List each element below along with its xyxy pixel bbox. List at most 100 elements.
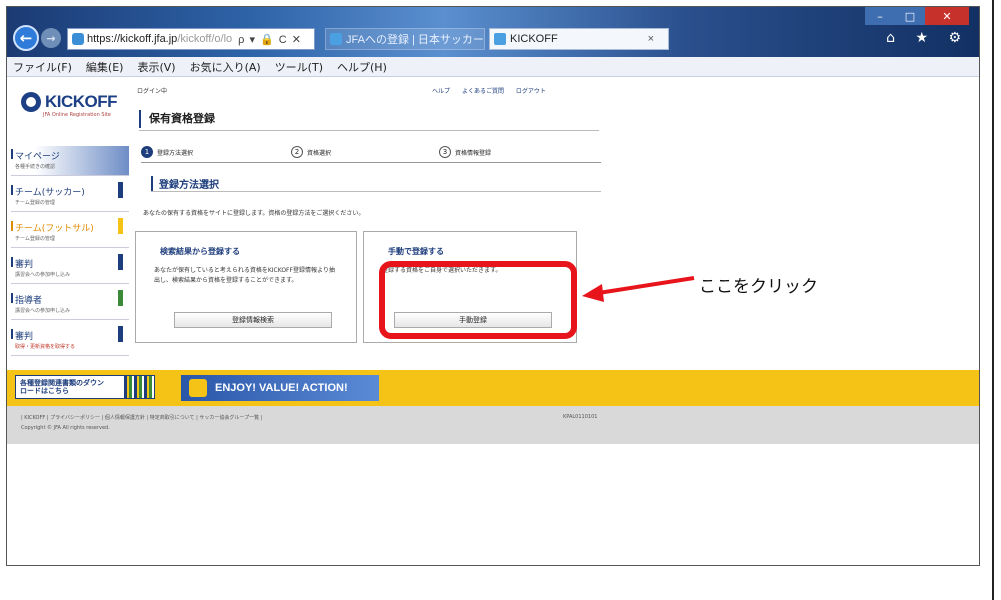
- bullet-bar: [11, 329, 13, 339]
- top-links: ヘルプ よくあるご質問 ログアウト: [432, 86, 546, 95]
- step-label: 登録方法選択: [157, 149, 194, 157]
- page-title: 保有資格登録: [139, 110, 215, 128]
- kickoff-logo[interactable]: KICKOFF JFA Online Registration Site: [21, 92, 118, 118]
- browser-window: ← → https:// kickoff.jfa.jp /kickoff/o/l…: [6, 6, 980, 566]
- panel-body: あなたが保有していると考えられる資格をKICKOFF登録情報より抽出し、検索結果…: [154, 267, 335, 284]
- tab-close-icon[interactable]: ×: [648, 33, 654, 45]
- download-banner[interactable]: 各種登録関連書類のダウンロードはこちら: [15, 375, 155, 399]
- arrow-shaft: [591, 276, 695, 296]
- download-banner-text: 各種登録関連書類のダウンロードはこちら: [20, 379, 104, 395]
- mascot-icon: [189, 379, 207, 397]
- address-controls[interactable]: ρ ▾ 🔒 C ✕: [238, 33, 302, 46]
- sidebar-item-sub: 講習会への参加申し込み: [15, 272, 71, 278]
- menu-help[interactable]: ヘルプ(H): [337, 59, 387, 75]
- step-2: 2 資格選択: [291, 146, 331, 158]
- page-border-line: [992, 0, 994, 600]
- menu-bar: ファイル(F) 編集(E) 表示(V) お気に入り(A) ツール(T) ヘルプ(…: [7, 57, 979, 77]
- site-icon: [72, 33, 84, 45]
- window-controls: – □ ✕: [865, 7, 969, 25]
- sidebar-item-sub: 取得・更新資格を取得する: [15, 344, 76, 350]
- menu-view[interactable]: 表示(V): [137, 59, 175, 75]
- callout-text: ここをクリック: [699, 277, 818, 297]
- close-window-button[interactable]: ✕: [925, 7, 969, 25]
- browser-title-bar: ← → https:// kickoff.jfa.jp /kickoff/o/l…: [7, 7, 979, 57]
- tab-favicon: [494, 33, 506, 45]
- tab-favicon: [330, 33, 342, 45]
- web-page: KICKOFF JFA Online Registration Site マイペ…: [7, 78, 979, 565]
- tab-jfa[interactable]: JFAへの登録 | 日本サッカー...: [325, 28, 485, 50]
- description-text: あなたの保有する資格をサイトに登録します。資格の登録方法をご選択ください。: [143, 210, 365, 217]
- divider: [151, 191, 601, 192]
- faq-link[interactable]: よくあるご質問: [462, 88, 504, 95]
- menu-favorites[interactable]: お気に入り(A): [190, 59, 261, 75]
- step-number: 3: [439, 146, 451, 158]
- bullet-bar: [11, 149, 13, 159]
- enjoy-banner-text: ENJOY! VALUE! ACTION!: [215, 382, 348, 394]
- bookmark-icon: [118, 182, 123, 198]
- address-bar[interactable]: https:// kickoff.jfa.jp /kickoff/o/lo ρ …: [67, 28, 315, 50]
- copyright: Copyright © JFA All rights reserved.: [21, 425, 110, 431]
- sidebar-item-label: 指導者: [15, 296, 43, 306]
- tab-kickoff[interactable]: KICKOFF ×: [489, 28, 669, 50]
- sidebar-item-coach[interactable]: 指導者 講習会への参加申し込み: [11, 290, 129, 320]
- url-scheme: https://: [87, 33, 121, 45]
- sidebar-item-label: チーム(フットサル): [15, 224, 94, 234]
- url-domain: kickoff.jfa.jp: [120, 33, 178, 45]
- minimize-button[interactable]: –: [865, 7, 895, 25]
- step-indicator: 1 登録方法選択 2 資格選択 3 資格情報登録: [141, 146, 601, 160]
- url-path: /kickoff/o/lo: [177, 33, 233, 45]
- menu-file[interactable]: ファイル(F): [13, 59, 72, 75]
- logo-text: KICKOFF: [45, 92, 118, 111]
- footer-links[interactable]: | KICKOFF | プライバシーポリシー | 個人情報保護方針 | 特定商取…: [21, 414, 262, 421]
- login-status: ログイン中: [137, 88, 168, 95]
- manual-registration-button[interactable]: 手動登録: [394, 312, 552, 328]
- books-icon: [124, 376, 154, 398]
- sidebar-item-sub: チーム登録の管理: [15, 236, 55, 242]
- sidebar-item-sub: 講習会への参加申し込み: [15, 308, 71, 314]
- logout-link[interactable]: ログアウト: [516, 88, 546, 95]
- menu-edit[interactable]: 編集(E): [86, 59, 124, 75]
- arrow-head: [582, 284, 604, 302]
- sidebar-item-team-soccer[interactable]: チーム(サッカー) チーム登録の管理: [11, 182, 129, 212]
- bullet-bar: [11, 293, 13, 303]
- sidebar: マイページ 各種手続きの確認 チーム(サッカー) チーム登録の管理 チーム(フッ…: [11, 146, 129, 362]
- step-number: 2: [291, 146, 303, 158]
- bullet-bar: [11, 221, 13, 231]
- sidebar-item-referee[interactable]: 審判 講習会への参加申し込み: [11, 254, 129, 284]
- banner-strip: 各種登録関連書類のダウンロードはこちら ENJOY! VALUE! ACTION…: [7, 370, 979, 406]
- step-3: 3 資格情報登録: [439, 146, 491, 158]
- bookmark-icon: [118, 254, 123, 270]
- divider: [141, 162, 601, 163]
- sidebar-item-label: 審判: [15, 260, 34, 270]
- sidebar-item-sub: チーム登録の管理: [15, 200, 55, 206]
- sidebar-item-label: チーム(サッカー): [15, 188, 85, 198]
- sidebar-item-team-futsal[interactable]: チーム(フットサル) チーム登録の管理: [11, 218, 129, 248]
- enjoy-banner[interactable]: ENJOY! VALUE! ACTION!: [181, 375, 379, 401]
- step-1: 1 登録方法選択: [141, 146, 193, 158]
- menu-tools[interactable]: ツール(T): [275, 59, 323, 75]
- step-label: 資格情報登録: [455, 149, 492, 157]
- tab-label: KICKOFF: [510, 33, 558, 45]
- sidebar-item-label: 審判: [15, 332, 34, 342]
- sidebar-item-mypage[interactable]: マイページ 各種手続きの確認: [11, 146, 129, 176]
- search-registration-panel: 検索結果から登録する あなたが保有していると考えられる資格をKICKOFF登録情…: [135, 231, 357, 343]
- step-number: 1: [141, 146, 153, 158]
- bookmark-icon: [118, 326, 123, 342]
- panel-heading: 手動で登録する: [388, 247, 444, 256]
- tab-label: JFAへの登録 | 日本サッカー...: [346, 34, 485, 46]
- help-link[interactable]: ヘルプ: [432, 88, 450, 95]
- step-label: 資格選択: [307, 149, 332, 157]
- forward-button[interactable]: →: [41, 28, 61, 48]
- bookmark-icon: [118, 290, 123, 306]
- sidebar-item-referee-2[interactable]: 審判 取得・更新資格を取得する: [11, 326, 129, 356]
- maximize-button[interactable]: □: [895, 7, 925, 25]
- page-code: KPAL0110101: [563, 414, 598, 420]
- logo-subtitle: JFA Online Registration Site: [43, 112, 111, 118]
- panel-body: 登録する資格をご自身で選択いただきます。: [382, 267, 502, 274]
- red-arrow-icon: [582, 276, 695, 302]
- soccer-ball-icon: [21, 92, 41, 112]
- browser-toolbar-icons[interactable]: ⌂ ★ ⚙: [886, 30, 969, 46]
- bullet-bar: [11, 257, 13, 267]
- back-button[interactable]: ←: [13, 25, 39, 51]
- search-registration-button[interactable]: 登録情報検索: [174, 312, 332, 328]
